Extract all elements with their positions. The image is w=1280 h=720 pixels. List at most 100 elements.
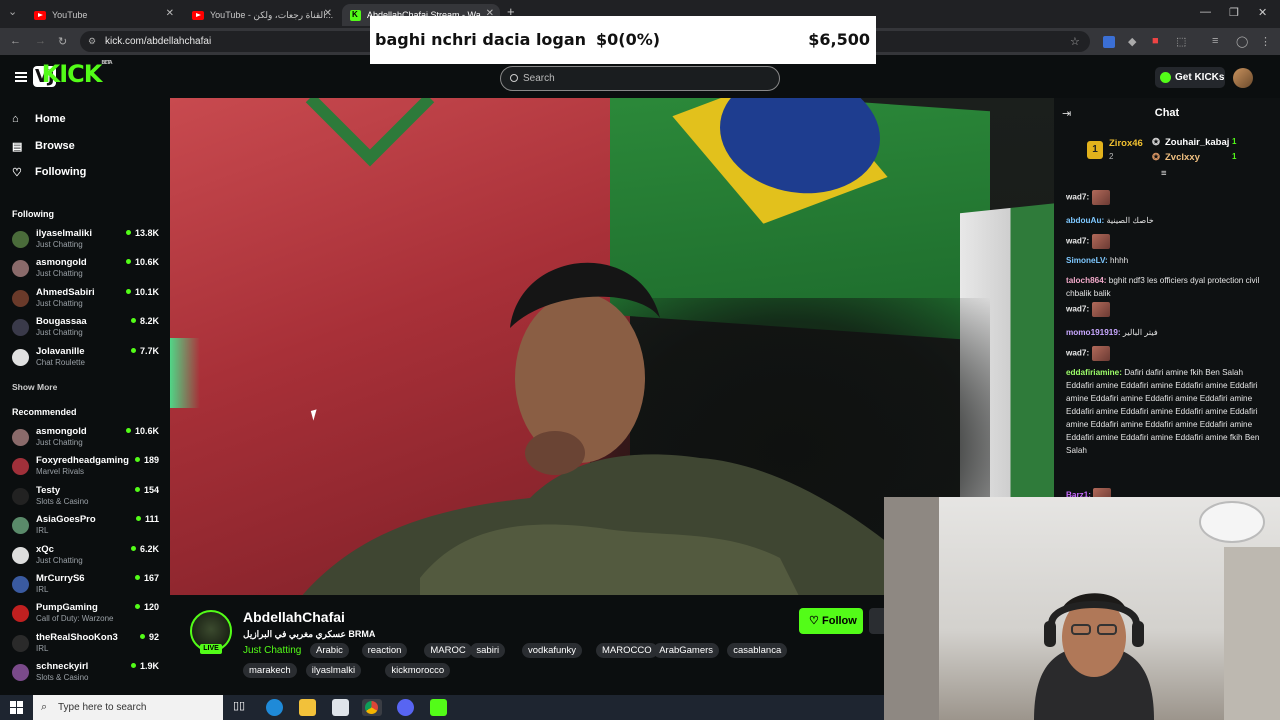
sidebar-channel[interactable]: ilyaselmaliki Just Chatting 13.8K [12,228,162,256]
sidebar-channel[interactable]: AhmedSabiri Just Chatting 10.1K [12,287,162,315]
edge-icon[interactable] [266,699,283,716]
chat-username[interactable]: abdouAu: [1066,216,1104,225]
chat-username[interactable]: taloch864: [1066,276,1107,285]
follow-button[interactable]: ♡ Follow [799,608,863,634]
channel-category: Chat Roulette [36,357,85,367]
stream-tag[interactable]: casablanca [727,643,788,658]
site-info-icon[interactable]: ⚙ [88,31,96,52]
follow-label: Follow [822,615,857,627]
minimize-icon[interactable]: — [1200,6,1211,18]
chat-username[interactable]: eddafiriamine: [1066,368,1122,377]
close-tab-icon[interactable]: ✕ [324,8,332,19]
sidebar-channel[interactable]: asmongold Just Chatting 10.6K [12,426,162,454]
windows-start-icon[interactable] [10,701,23,714]
tab-search-icon[interactable]: ⌄ [8,5,17,18]
channel-avatar [12,517,29,535]
stream-tag[interactable]: sabiri [470,643,506,658]
menu-icon[interactable] [15,72,27,82]
stream-tag[interactable]: kickmorocco [385,663,451,678]
nav-label: Home [35,113,66,125]
sidebar-channel[interactable]: schneckyirl Slots & Casino 1.9K [12,661,162,689]
close-tab-icon[interactable]: ✕ [166,8,174,19]
sidebar-channel[interactable]: Jolavanille Chat Roulette 7.7K [12,346,162,374]
chat-message: wad7: [1066,234,1266,249]
nav-browse[interactable]: ▤ Browse [12,140,75,153]
stream-tag[interactable]: marakech [243,663,297,678]
expand-leaderboard-icon[interactable]: ≡ [1161,168,1167,179]
chat-username[interactable]: wad7: [1066,305,1089,314]
leader-name[interactable]: Zirox46 [1109,138,1143,149]
sidebar-channel[interactable]: theRealShooKon3 IRL 92 [12,632,162,660]
stream-tag[interactable]: reaction [361,643,408,658]
tab-youtube-2[interactable]: YouTube - القناة رجعات، ولكن... ✕ [184,4,338,26]
translate-icon[interactable] [1103,36,1115,48]
chat-username[interactable]: wad7: [1066,349,1089,358]
tab-label: YouTube [52,10,88,20]
url-text: kick.com/abdellahchafai [105,36,212,47]
sidebar-channel[interactable]: Bougassaa Just Chatting 8.2K [12,316,162,344]
channel-name[interactable]: AbdellahChafai [243,609,345,625]
nav-following[interactable]: ♡ Following [12,166,86,179]
sidebar-channel[interactable]: MrCurryS6 IRL 167 [12,573,162,601]
tab-youtube-1[interactable]: YouTube ✕ [26,4,180,26]
get-kicks-button[interactable]: Get KICKs [1155,67,1225,88]
channel-avatar [12,546,29,564]
sidebar-channel[interactable]: xQc Just Chatting 6.2K [12,544,162,572]
taskbar-search[interactable]: ⌕ Type here to search [33,695,223,720]
show-more-link[interactable]: Show More [12,382,57,392]
chat-panel: ⇥ Chat 1 Zirox46 2 ✪ Zouhair_kabaj 1 ✪ Z… [1054,98,1280,498]
stream-tag[interactable]: ArabGamers [653,643,720,658]
store-icon[interactable] [332,699,349,716]
channel-avatar [12,260,29,278]
stream-category[interactable]: Just Chatting [243,645,301,656]
search-input[interactable]: Search [500,66,780,91]
profile-icon[interactable]: ◯ [1236,35,1248,48]
heart-icon: ♡ [12,167,22,179]
kick-app-icon[interactable] [430,699,447,716]
chrome-icon[interactable] [362,699,382,716]
chat-username[interactable]: wad7: [1066,193,1089,202]
sidebar-channel[interactable]: PumpGaming Call of Duty: Warzone 120 [12,602,162,630]
media-control-icon[interactable]: ≡ [1212,35,1218,47]
channel-avatar [12,664,29,682]
chat-header: ⇥ Chat [1054,98,1280,128]
kick-logo[interactable]: VJKICKBETA [33,60,113,88]
sidebar-channel[interactable]: AsiaGoesPro IRL 111 [12,514,162,542]
nav-home[interactable]: ⌂ Home [12,113,66,125]
stream-tag[interactable]: MAROC [424,643,472,658]
sidebar-channel[interactable]: Foxyredheadgaming Marvel Rivals 189 [12,455,162,483]
goal-text: baghi nchri dacia logan [375,30,587,49]
chat-message: SimoneLV: hhhh [1066,254,1266,267]
adblock-icon[interactable]: ■ [1152,35,1159,47]
forward-icon[interactable]: → [35,35,46,47]
channel-name: AsiaGoesPro [36,514,96,526]
back-icon[interactable]: ← [10,35,21,47]
stream-tag[interactable]: ilyaslmalki [305,663,362,678]
user-avatar[interactable] [1233,68,1253,88]
viewer-count: 120 [135,602,159,612]
chat-username[interactable]: SimoneLV: [1066,256,1108,265]
extension-icon[interactable]: ◆ [1128,35,1136,48]
sidebar-channel[interactable]: asmongold Just Chatting 10.6K [12,257,162,285]
chat-username[interactable]: momo191919: [1066,328,1121,337]
reload-icon[interactable]: ↻ [58,35,67,48]
task-view-icon[interactable]: ▯▯ [233,699,250,716]
channel-category: IRL [36,643,49,653]
chat-username[interactable]: wad7: [1066,237,1089,246]
menu-dots-icon[interactable]: ⋮ [1260,35,1271,48]
stream-tag[interactable]: vodkafunky [522,643,583,658]
sidebar-channel[interactable]: Testy Slots & Casino 154 [12,485,162,513]
stream-tag[interactable]: MAROCCO [596,643,658,658]
channel-name: Bougassaa [36,316,87,328]
leader-name[interactable]: Zouhair_kabaj [1165,137,1229,148]
channel-category: Slots & Casino [36,673,89,683]
stream-tag[interactable]: Arabic [310,643,349,658]
leader-name[interactable]: Zvclxxy [1165,152,1200,163]
restore-icon[interactable]: ❐ [1229,6,1239,19]
extensions-puzzle-icon[interactable]: ⬚ [1176,35,1186,48]
file-explorer-icon[interactable] [299,699,316,716]
channel-category: Just Chatting [36,240,83,249]
close-window-icon[interactable]: ✕ [1258,6,1267,19]
bookmark-star-icon[interactable]: ☆ [1070,35,1080,48]
discord-icon[interactable] [397,699,414,716]
